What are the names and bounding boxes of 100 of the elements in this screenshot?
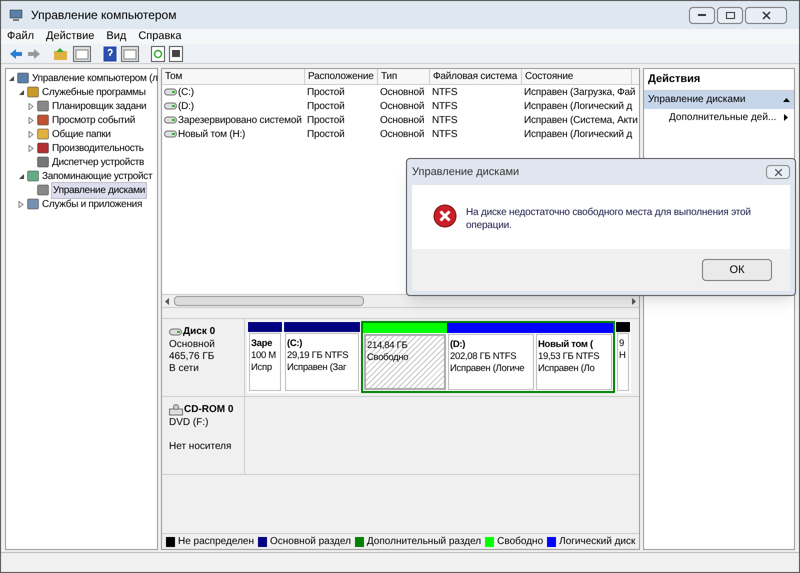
expand-arrow-icon[interactable] [28, 144, 35, 152]
scroll-right-icon[interactable] [631, 298, 637, 304]
column-header[interactable]: Тип [378, 69, 430, 84]
close-button[interactable] [745, 6, 787, 24]
action-item[interactable]: Дополнительные дей... [669, 110, 776, 125]
partition-text: (C:) [287, 338, 304, 350]
dialog-message: На диске недостаточно свободного места для выполнения этой операции. [466, 206, 752, 233]
table-cell-text: Новый том (H:) [178, 128, 246, 142]
column-header[interactable]: Состояние [522, 69, 632, 84]
computer-icon [9, 8, 23, 22]
tree-node-icon [27, 86, 39, 98]
partition-text: 9 [619, 338, 625, 350]
actions-section-header[interactable]: Управление дисками [644, 90, 794, 108]
tree-item[interactable]: Запоминающие устройст [41, 168, 154, 184]
partition-text: 202,08 ГБ NTFS [450, 351, 518, 363]
collapse-arrow-icon [783, 98, 790, 102]
disk-detail: Нет носителя [169, 441, 232, 453]
minimize-icon [698, 14, 706, 16]
partition-text: 19,53 ГБ NTFS [538, 351, 600, 363]
ok-button[interactable]: ОК [702, 259, 772, 281]
table-cell-text: Исправен (Логический д [524, 128, 632, 142]
collapse-arrow-icon[interactable] [18, 172, 25, 180]
disk-detail: DVD (F:) [169, 417, 210, 429]
disk-detail: Основной [169, 339, 216, 351]
table-cell-text: Простой [307, 100, 345, 114]
scroll-left-icon[interactable] [164, 298, 170, 304]
scrollbar-thumb[interactable] [174, 296, 364, 306]
table-cell-text: NTFS [432, 128, 458, 142]
collapse-arrow-icon[interactable] [8, 74, 15, 82]
properties-icon[interactable] [169, 46, 183, 62]
partition-block[interactable]: Новый том ( 19,53 ГБ NTFS Исправен (Ло [535, 321, 615, 393]
table-cell-text: NTFS [432, 100, 458, 114]
partition-block[interactable]: 9 Н [615, 321, 631, 393]
close-button[interactable] [766, 165, 790, 179]
panel-icon[interactable] [121, 46, 139, 62]
help-icon[interactable] [103, 46, 117, 62]
partition-block[interactable]: (D:) 202,08 ГБ NTFS Исправен (Логиче [447, 321, 535, 393]
menu-item[interactable]: Файл [1, 28, 40, 45]
tree-item[interactable]: Производительность [51, 140, 145, 156]
expand-arrow-icon[interactable] [18, 200, 25, 208]
collapse-arrow-icon[interactable] [18, 88, 25, 96]
horizontal-scrollbar[interactable] [162, 294, 639, 308]
expand-arrow-icon[interactable] [28, 130, 35, 138]
tree-node-icon [37, 114, 49, 126]
partition-block[interactable]: 214,84 ГБ Свободно [361, 321, 447, 393]
expand-arrow-icon[interactable] [28, 102, 35, 110]
submenu-arrow-icon [784, 114, 788, 121]
table-cell-text: Простой [307, 128, 345, 142]
refresh-icon[interactable] [151, 46, 165, 62]
tree-node-icon [37, 142, 49, 154]
partition-text: Заре [251, 338, 274, 350]
tree-item[interactable]: Планировщик задани [51, 98, 148, 114]
tree-node-icon [37, 100, 49, 112]
tree-node-icon [27, 198, 39, 210]
table-cell-text: Основной [380, 128, 424, 142]
error-icon [433, 204, 457, 228]
folder-up-icon[interactable] [53, 46, 69, 60]
disk-name: Диск 0 [183, 325, 216, 339]
partition-text: Исправен (Заг [287, 362, 348, 374]
table-cell-text: Основной [380, 86, 424, 100]
window-title: Управление компьютером [31, 7, 178, 24]
tree-node-icon [37, 184, 49, 196]
partition-text: Новый том ( [538, 339, 594, 351]
maximize-icon [726, 12, 734, 18]
dialog-title: Управление дисками [412, 164, 520, 180]
tree-item[interactable]: Общие папки [51, 126, 112, 142]
minimize-button[interactable] [689, 6, 715, 24]
tree-node-icon [17, 72, 29, 84]
drive-icon [164, 116, 177, 124]
table-cell-text: (D:) [178, 100, 194, 114]
drive-icon [164, 130, 177, 138]
partition-text: (D:) [450, 339, 466, 351]
disk-name: CD-ROM 0 [184, 403, 234, 417]
maximize-button[interactable] [717, 6, 743, 24]
column-header[interactable]: Том [162, 69, 305, 84]
partition-text: Исправен (Логиче [450, 363, 526, 375]
tree-item[interactable]: Служебные программы [41, 84, 147, 100]
drive-icon [164, 102, 177, 110]
tree-item[interactable]: Просмотр событий [51, 112, 136, 128]
tree-node-icon [37, 128, 49, 140]
tree-item[interactable]: Управление компьютером (л [31, 70, 159, 86]
legend-label: Не распределен [178, 535, 254, 549]
panel-icon[interactable] [73, 46, 91, 62]
table-cell-text: Исправен (Загрузка, Фай [524, 86, 636, 100]
menu-item[interactable]: Вид [100, 28, 132, 45]
menu-item[interactable]: Действие [40, 28, 100, 45]
partition-text: Н [619, 350, 627, 362]
tree-node-icon [37, 156, 49, 168]
partition-block[interactable]: (C:) 29,19 ГБ NTFS Исправен (Заг [283, 321, 361, 393]
tree-item[interactable]: Службы и приложения [41, 196, 144, 212]
partition-text: 29,19 ГБ NTFS [287, 350, 350, 362]
partition-block[interactable]: Заре 100 М Испр [247, 321, 283, 393]
cd-drive-icon [169, 404, 183, 416]
column-header[interactable]: Расположение [305, 69, 378, 84]
back-arrow-icon[interactable] [9, 48, 23, 60]
tree-item[interactable]: Диспетчер устройств [51, 154, 146, 170]
menu-item[interactable]: Справка [132, 28, 188, 45]
tree-item[interactable]: Управление дисками [51, 182, 148, 198]
column-header[interactable]: Файловая система [430, 69, 522, 84]
expand-arrow-icon[interactable] [28, 116, 35, 124]
